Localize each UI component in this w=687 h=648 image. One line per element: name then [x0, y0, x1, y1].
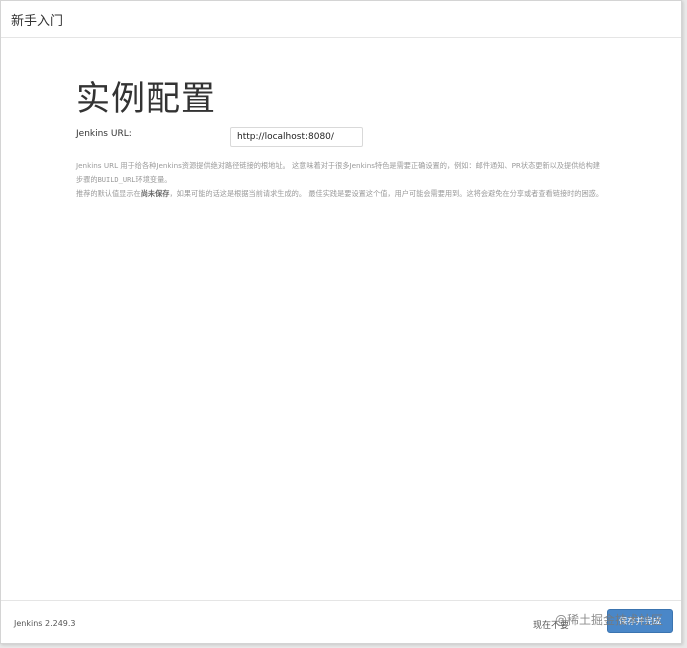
help-text: Jenkins URL 用于给各种Jenkins资源提供绝对路径链接的根地址。 …	[76, 159, 606, 201]
version-label: Jenkins 2.249.3	[14, 619, 76, 628]
not-now-button[interactable]: 现在不要	[529, 614, 573, 635]
jenkins-url-label: Jenkins URL:	[76, 129, 132, 139]
setup-wizard-dialog: 新手入门 实例配置 Jenkins URL: Jenkins URL 用于给各种…	[0, 0, 682, 644]
help-paragraph-1: Jenkins URL 用于给各种Jenkins资源提供绝对路径链接的根地址。 …	[76, 161, 600, 184]
dialog-title: 新手入门	[11, 13, 64, 29]
dialog-header: 新手入门	[1, 1, 681, 38]
help-paragraph-2: 推荐的默认值显示在尚未保存，如果可能的话这是根据当前请求生成的。 最佳实践是要设…	[76, 189, 604, 198]
dialog-footer: Jenkins 2.249.3 现在不要 保存并完成 @稀土掘金技术社区	[1, 600, 681, 643]
instance-config-panel: 实例配置 Jenkins URL: Jenkins URL 用于给各种Jenki…	[76, 79, 616, 201]
save-and-finish-button[interactable]: 保存并完成	[607, 609, 673, 633]
jenkins-url-row: Jenkins URL:	[76, 127, 616, 149]
page-title: 实例配置	[76, 79, 216, 119]
build-url-code: BUILD_URL	[97, 176, 136, 184]
jenkins-url-input[interactable]	[230, 127, 363, 147]
not-saved-emphasis: 尚未保存	[140, 189, 170, 198]
